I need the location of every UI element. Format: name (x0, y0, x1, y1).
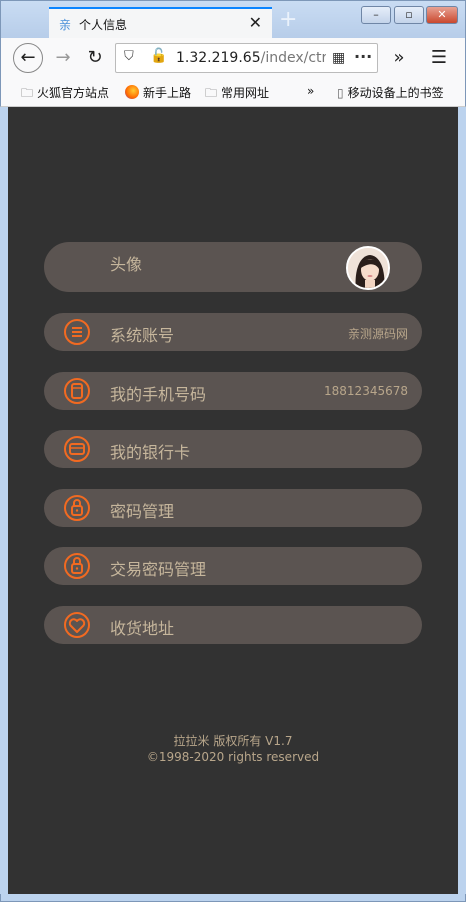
lock-icon (64, 553, 90, 579)
bookmark-label: 火狐官方站点 (37, 86, 110, 100)
row-label: 密码管理 (110, 502, 175, 521)
row-label: 交易密码管理 (110, 560, 207, 579)
page-footer: 拉拉米 版权所有 V1.7 ©1998-2020 rights reserved (8, 733, 458, 765)
avatar-label: 头像 (110, 255, 143, 274)
window-titlebar: 亲 个人信息 ✕ + – ▫ ✕ (0, 0, 466, 39)
url-text[interactable]: 1.32.219.65/index/ctrl/s (176, 50, 326, 66)
bookmark-label: 新手上路 (143, 86, 192, 100)
phone-number-row[interactable]: 我的手机号码 18812345678 (44, 372, 422, 410)
system-account-row[interactable]: 系统账号 亲测源码网 (44, 313, 422, 351)
row-value: 亲测源码网 (347, 327, 408, 341)
back-button[interactable]: ← (13, 43, 43, 73)
maximize-button[interactable]: ▫ (394, 6, 424, 24)
profile-page: 头像 系统账号 亲测源码网 我的手机号码 18812345678 我的银行卡 密… (8, 107, 458, 894)
firefox-icon (125, 85, 139, 99)
window-frame-bottom (0, 894, 466, 902)
qr-code-icon[interactable]: ▦ (332, 50, 345, 66)
close-window-button[interactable]: ✕ (426, 6, 458, 24)
bookmarks-bar: 🗀 火狐官方站点 新手上路 🗀 常用网址 » ▯ 移动设备上的书签 (0, 78, 466, 107)
heart-icon (64, 612, 90, 638)
avatar-portrait-icon (348, 248, 388, 288)
navigation-bar: ← → ↻ ⛉ 🔓 1.32.219.65/index/ctrl/s ▦ ···… (0, 38, 466, 78)
avatar[interactable] (346, 246, 390, 290)
reload-button[interactable]: ↻ (81, 44, 109, 72)
footer-version: 拉拉米 版权所有 V1.7 (173, 734, 293, 748)
browser-tab[interactable]: 亲 个人信息 ✕ (49, 7, 272, 39)
bookmarks-overflow-button[interactable]: » (307, 84, 314, 98)
lock-icon (64, 495, 90, 521)
url-host: 1.32.219.65 (176, 50, 261, 66)
minimize-button[interactable]: – (361, 6, 391, 24)
bookmark-common-sites[interactable]: 🗀 常用网址 (205, 84, 269, 105)
shield-icon[interactable]: ⛉ (124, 49, 134, 64)
insecure-lock-icon[interactable]: 🔓 (150, 48, 167, 64)
bank-card-row[interactable]: 我的银行卡 (44, 430, 422, 468)
forward-button[interactable]: → (49, 44, 77, 72)
row-label: 我的手机号码 (110, 385, 207, 404)
row-label: 收货地址 (110, 619, 175, 638)
trade-password-row[interactable]: 交易密码管理 (44, 547, 422, 585)
row-label: 我的银行卡 (110, 443, 191, 462)
avatar-row[interactable]: 头像 (44, 242, 422, 292)
url-bar[interactable]: ⛉ 🔓 1.32.219.65/index/ctrl/s ▦ ··· (115, 43, 378, 73)
list-icon (64, 319, 90, 345)
new-tab-icon[interactable]: + (279, 9, 297, 31)
password-management-row[interactable]: 密码管理 (44, 489, 422, 527)
bookmark-label: 移动设备上的书签 (347, 86, 444, 100)
folder-icon: 🗀 (205, 86, 218, 100)
bookmark-mobile[interactable]: ▯ 移动设备上的书签 (337, 84, 444, 101)
phone-icon (64, 378, 90, 404)
bookmark-getting-started[interactable]: 新手上路 (125, 84, 191, 101)
tab-title: 个人信息 (79, 18, 128, 32)
hamburger-menu-button[interactable]: ☰ (425, 44, 453, 72)
mobile-device-icon: ▯ (337, 86, 344, 100)
page-actions-icon[interactable]: ··· (354, 47, 372, 66)
folder-icon: 🗀 (21, 86, 34, 100)
bookmark-label: 常用网址 (221, 86, 270, 100)
row-label: 系统账号 (110, 326, 175, 345)
toolbar-overflow-button[interactable]: » (385, 44, 413, 72)
shipping-address-row[interactable]: 收货地址 (44, 606, 422, 644)
url-path: /index/ctrl/s (260, 50, 326, 66)
row-value: 18812345678 (324, 384, 408, 398)
footer-copyright: ©1998-2020 rights reserved (146, 750, 320, 764)
card-icon (64, 436, 90, 462)
tab-close-icon[interactable]: ✕ (249, 13, 262, 32)
bookmark-firefox-site[interactable]: 🗀 火狐官方站点 (21, 84, 109, 105)
tab-favicon: 亲 (59, 18, 72, 32)
